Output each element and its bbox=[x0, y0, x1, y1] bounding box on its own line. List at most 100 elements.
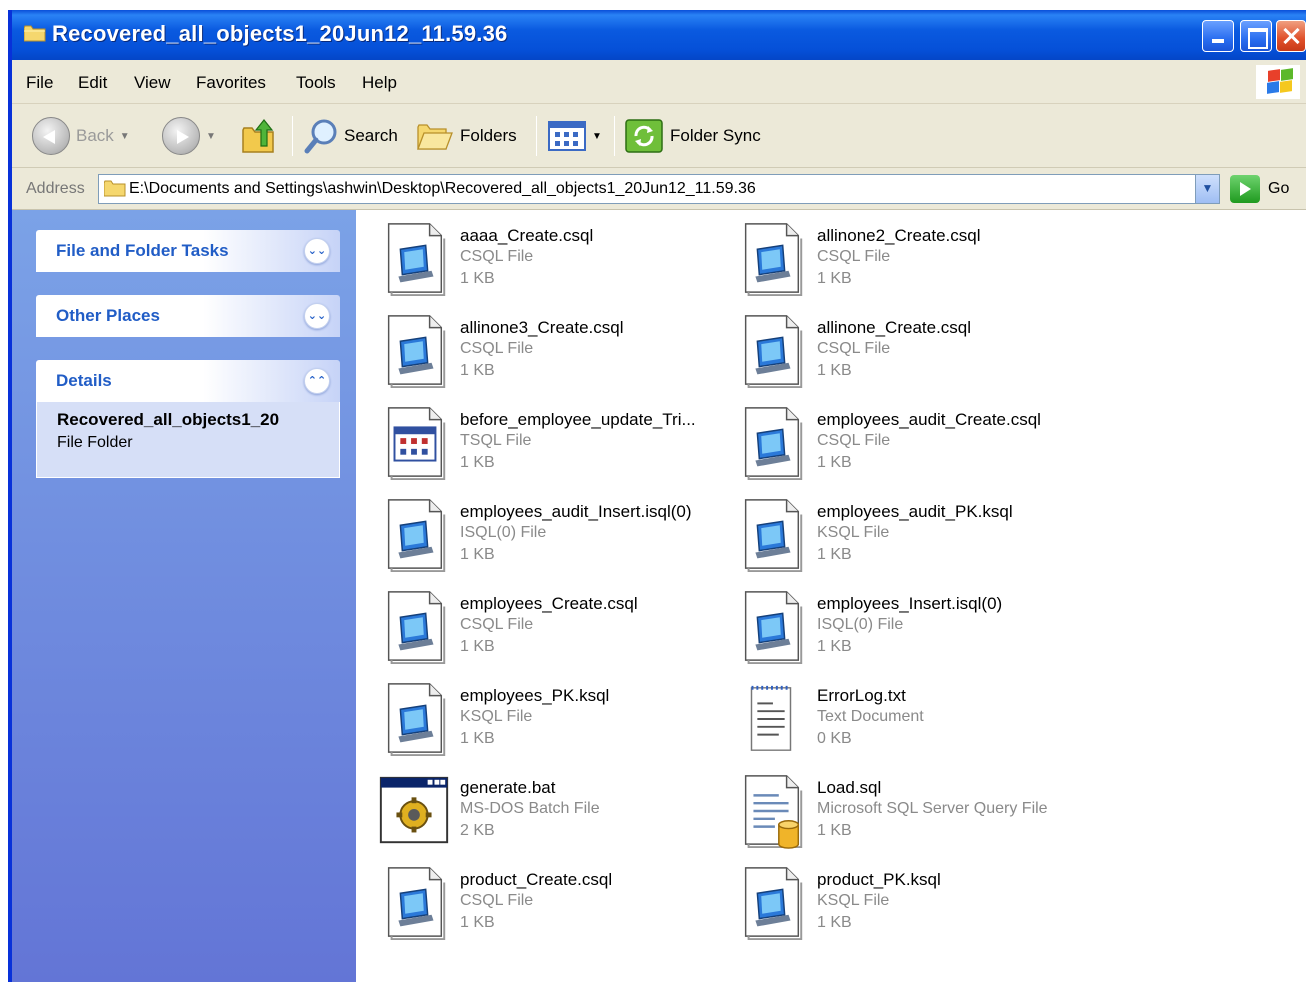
folders-button[interactable]: Folders bbox=[416, 114, 517, 158]
chevron-down-icon[interactable]: ▼ bbox=[592, 131, 602, 142]
file-size: 1 KB bbox=[817, 270, 852, 287]
chevron-down-icon[interactable]: ⌄⌄ bbox=[304, 238, 330, 264]
file-item[interactable]: aaaa_Create.csql CSQL File 1 KB bbox=[378, 216, 718, 300]
sql-script-icon bbox=[735, 220, 807, 298]
chevron-down-icon[interactable]: ▼ bbox=[1195, 175, 1219, 203]
file-item[interactable]: allinone2_Create.csql CSQL File 1 KB bbox=[735, 216, 1075, 300]
file-item[interactable]: generate.bat MS-DOS Batch File 2 KB bbox=[378, 768, 718, 852]
sql-query-icon bbox=[735, 772, 807, 850]
menu-view[interactable]: View bbox=[134, 73, 171, 93]
file-item[interactable]: employees_audit_Create.csql CSQL File 1 KB bbox=[735, 400, 1075, 484]
file-item[interactable]: employees_Create.csql CSQL File 1 KB bbox=[378, 584, 718, 668]
file-size: 1 KB bbox=[460, 454, 495, 471]
menu-edit[interactable]: Edit bbox=[78, 73, 107, 93]
file-item[interactable]: employees_audit_PK.ksql KSQL File 1 KB bbox=[735, 492, 1075, 576]
file-name: employees_Insert.isql(0) bbox=[817, 594, 1003, 613]
menu-help[interactable]: Help bbox=[362, 73, 397, 93]
folder-icon bbox=[104, 180, 126, 197]
file-size: 2 KB bbox=[460, 822, 495, 839]
file-type: KSQL File bbox=[460, 708, 533, 725]
file-name: employees_PK.ksql bbox=[460, 686, 610, 705]
search-button[interactable]: Search bbox=[304, 114, 398, 158]
file-item[interactable]: allinone_Create.csql CSQL File 1 KB bbox=[735, 308, 1075, 392]
forward-button[interactable]: ▼ bbox=[162, 114, 216, 158]
file-type: KSQL File bbox=[817, 892, 890, 909]
file-size: 1 KB bbox=[460, 730, 495, 747]
task-pane: File and Folder Tasks ⌄⌄ Other Places ⌄⌄… bbox=[12, 210, 356, 982]
file-size: 1 KB bbox=[460, 914, 495, 931]
maximize-button[interactable] bbox=[1240, 20, 1272, 52]
back-button[interactable]: Back ▼ bbox=[32, 114, 130, 158]
file-item[interactable]: employees_audit_Insert.isql(0) ISQL(0) Fi… bbox=[378, 492, 718, 576]
file-item[interactable]: product_PK.ksql KSQL File 1 KB bbox=[735, 860, 1075, 944]
file-item[interactable]: employees_Insert.isql(0) ISQL(0) File 1 KB bbox=[735, 584, 1075, 668]
file-size: 1 KB bbox=[817, 454, 852, 471]
sql-script-icon bbox=[378, 588, 450, 666]
folder-sync-button[interactable]: Folder Sync bbox=[624, 114, 761, 158]
file-type: MS-DOS Batch File bbox=[460, 800, 600, 817]
file-type: CSQL File bbox=[817, 340, 891, 357]
back-arrow-icon bbox=[32, 117, 70, 155]
chevron-down-icon[interactable]: ⌄⌄ bbox=[304, 303, 330, 329]
file-name: allinone2_Create.csql bbox=[817, 226, 981, 245]
file-item[interactable]: ErrorLog.txt Text Document 0 KB bbox=[735, 676, 1075, 760]
sql-script-icon bbox=[378, 312, 450, 390]
file-name: before_employee_update_Tri... bbox=[460, 410, 696, 429]
tsql-file-icon bbox=[378, 404, 450, 482]
details-header[interactable]: Details ⌃⌃ bbox=[36, 360, 340, 402]
go-button[interactable]: Go bbox=[1230, 174, 1289, 204]
file-name: product_PK.ksql bbox=[817, 870, 941, 889]
file-type: Microsoft SQL Server Query File bbox=[817, 800, 1048, 817]
up-folder-button[interactable] bbox=[240, 114, 278, 158]
forward-arrow-icon bbox=[162, 117, 200, 155]
file-type: CSQL File bbox=[817, 432, 891, 449]
sql-script-icon bbox=[378, 496, 450, 574]
file-name: allinone3_Create.csql bbox=[460, 318, 624, 337]
chevron-up-icon[interactable]: ⌃⌃ bbox=[304, 368, 330, 394]
batch-file-icon bbox=[378, 772, 450, 850]
file-item[interactable]: product_Create.csql CSQL File 1 KB bbox=[378, 860, 718, 944]
file-list: aaaa_Create.csql CSQL File 1 KB allinone2_C… bbox=[356, 210, 1306, 982]
details-panel: Recovered_all_objects1_20 File Folder bbox=[36, 402, 340, 478]
menu-file[interactable]: File bbox=[26, 73, 53, 93]
minimize-button[interactable] bbox=[1202, 20, 1234, 52]
file-item[interactable]: before_employee_update_Tri... TSQL File 1 … bbox=[378, 400, 718, 484]
search-icon bbox=[304, 119, 337, 154]
file-type: ISQL(0) File bbox=[817, 616, 904, 633]
file-name: allinone_Create.csql bbox=[817, 318, 972, 337]
file-type: TSQL File bbox=[460, 432, 532, 449]
chevron-down-icon[interactable]: ▼ bbox=[120, 131, 130, 142]
address-label: Address bbox=[26, 180, 85, 197]
views-grid-icon bbox=[548, 121, 586, 151]
file-item[interactable]: employees_PK.ksql KSQL File 1 KB bbox=[378, 676, 718, 760]
file-name: generate.bat bbox=[460, 778, 556, 797]
file-size: 1 KB bbox=[817, 362, 852, 379]
file-type: CSQL File bbox=[460, 340, 534, 357]
details-type: File Folder bbox=[57, 434, 133, 451]
windows-logo-icon bbox=[1256, 65, 1300, 99]
up-folder-icon bbox=[242, 119, 274, 153]
address-input[interactable]: E:\Documents and Settings\ashwin\Desktop… bbox=[98, 174, 1220, 204]
file-size: 1 KB bbox=[817, 914, 852, 931]
file-item[interactable]: Load.sql Microsoft SQL Server Query File 1… bbox=[735, 768, 1075, 852]
address-path: E:\Documents and Settings\ashwin\Desktop… bbox=[129, 180, 756, 197]
sql-script-icon bbox=[735, 312, 807, 390]
title-bar[interactable]: Recovered_all_objects1_20Jun12_11.59.36 bbox=[12, 10, 1306, 60]
other-places-header[interactable]: Other Places ⌄⌄ bbox=[36, 295, 340, 337]
file-item[interactable]: allinone3_Create.csql CSQL File 1 KB bbox=[378, 308, 718, 392]
menu-favorites[interactable]: Favorites bbox=[196, 73, 266, 93]
file-name: employees_Create.csql bbox=[460, 594, 638, 613]
chevron-down-icon[interactable]: ▼ bbox=[206, 131, 216, 142]
sql-script-icon bbox=[735, 864, 807, 942]
file-size: 0 KB bbox=[817, 730, 852, 747]
views-button[interactable]: ▼ bbox=[548, 114, 602, 158]
file-size: 1 KB bbox=[817, 546, 852, 563]
address-bar: Address E:\Documents and Settings\ashwin… bbox=[12, 168, 1306, 210]
menu-tools[interactable]: Tools bbox=[296, 73, 336, 93]
file-type: KSQL File bbox=[817, 524, 890, 541]
file-name: Load.sql bbox=[817, 778, 882, 797]
file-name: product_Create.csql bbox=[460, 870, 613, 889]
file-folder-tasks-header[interactable]: File and Folder Tasks ⌄⌄ bbox=[36, 230, 340, 272]
file-name: aaaa_Create.csql bbox=[460, 226, 594, 245]
close-button[interactable] bbox=[1276, 20, 1306, 52]
